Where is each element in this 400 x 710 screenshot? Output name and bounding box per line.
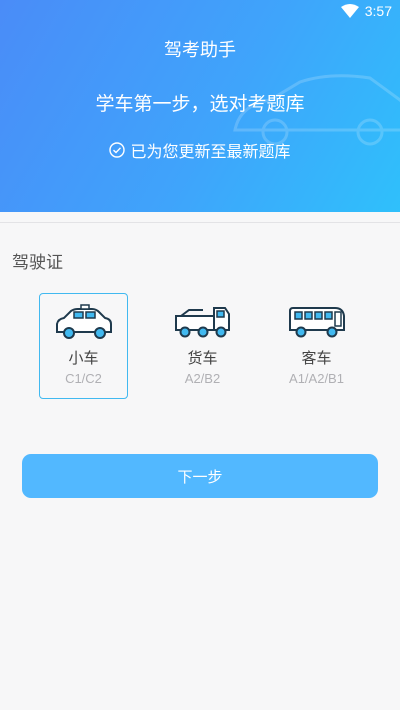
license-section-label: 驾驶证 — [12, 253, 63, 273]
option-truck[interactable]: 货车 A2/B2 — [158, 293, 247, 399]
status-bar: 3:57 — [340, 3, 392, 19]
truck-icon — [175, 307, 230, 338]
update-note: 已为您更新至最新题库 — [0, 138, 400, 162]
wifi-icon — [340, 4, 359, 18]
option-name: 货车 — [187, 349, 218, 367]
option-license-codes: A1/A2/B1 — [289, 371, 344, 386]
option-car[interactable]: 小车 C1/C2 — [39, 293, 128, 399]
bus-icon — [289, 307, 345, 338]
car-icon — [56, 304, 112, 339]
next-step-button[interactable]: 下一步 — [22, 454, 378, 498]
divider — [0, 222, 400, 223]
option-bus[interactable]: 客车 A1/A2/B1 — [272, 293, 361, 399]
option-name: 小车 — [68, 349, 99, 367]
option-license-codes: A2/B2 — [184, 371, 221, 386]
app-title: 驾考助手 — [164, 40, 236, 61]
option-license-codes: C1/C2 — [65, 371, 102, 386]
license-options: 小车 C1/C2 货车 A2/B2 客车 A1/A2/B1 — [0, 293, 400, 399]
header-banner: 3:57 驾考助手 学车第一步，选对考题库 已为您更新至最新题库 — [0, 0, 400, 212]
option-name: 客车 — [301, 349, 332, 367]
update-note-text: 已为您更新至最新题库 — [130, 142, 291, 161]
status-time: 3:57 — [364, 3, 392, 19]
check-circle-icon — [109, 142, 126, 158]
slogan: 学车第一步，选对考题库 — [95, 93, 305, 115]
